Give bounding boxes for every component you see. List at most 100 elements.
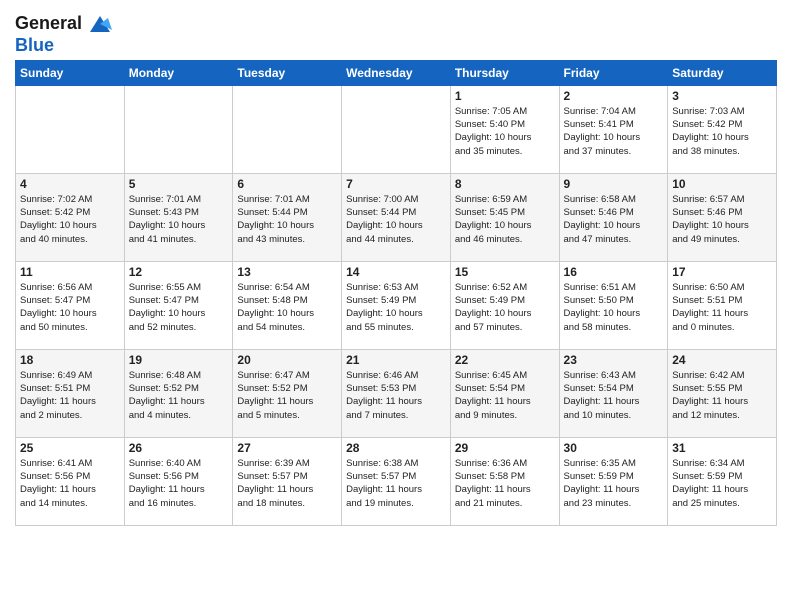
calendar-cell: 10 Sunrise: 6:57 AM Sunset: 5:46 PM Dayli…	[668, 173, 777, 261]
calendar-cell: 20 Sunrise: 6:47 AM Sunset: 5:52 PM Dayli…	[233, 349, 342, 437]
day-number: 10	[672, 177, 772, 191]
calendar-cell: 24 Sunrise: 6:42 AM Sunset: 5:55 PM Dayli…	[668, 349, 777, 437]
calendar-cell: 28 Sunrise: 6:38 AM Sunset: 5:57 PM Dayli…	[342, 437, 451, 525]
day-number: 8	[455, 177, 555, 191]
calendar-cell: 31 Sunrise: 6:34 AM Sunset: 5:59 PM Dayli…	[668, 437, 777, 525]
day-info: Sunrise: 6:55 AM Sunset: 5:47 PM Dayligh…	[129, 281, 229, 334]
header-day-sunday: Sunday	[16, 60, 125, 85]
day-info: Sunrise: 7:03 AM Sunset: 5:42 PM Dayligh…	[672, 105, 772, 158]
calendar-cell	[342, 85, 451, 173]
calendar-cell	[124, 85, 233, 173]
day-info: Sunrise: 7:01 AM Sunset: 5:43 PM Dayligh…	[129, 193, 229, 246]
day-info: Sunrise: 7:05 AM Sunset: 5:40 PM Dayligh…	[455, 105, 555, 158]
calendar-cell: 8 Sunrise: 6:59 AM Sunset: 5:45 PM Daylig…	[450, 173, 559, 261]
calendar-cell: 30Sunrise: 6:35 AM Sunset: 5:59 PM Dayli…	[559, 437, 668, 525]
day-number: 3	[672, 89, 772, 103]
calendar-cell: 16 Sunrise: 6:51 AM Sunset: 5:50 PM Dayli…	[559, 261, 668, 349]
week-row-5: 25Sunrise: 6:41 AM Sunset: 5:56 PM Dayli…	[16, 437, 777, 525]
day-number: 4	[20, 177, 120, 191]
day-info: Sunrise: 6:51 AM Sunset: 5:50 PM Dayligh…	[564, 281, 664, 334]
calendar-header: SundayMondayTuesdayWednesdayThursdayFrid…	[16, 60, 777, 85]
calendar-cell: 12 Sunrise: 6:55 AM Sunset: 5:47 PM Dayli…	[124, 261, 233, 349]
day-number: 13	[237, 265, 337, 279]
header-day-monday: Monday	[124, 60, 233, 85]
day-info: Sunrise: 6:35 AM Sunset: 5:59 PM Dayligh…	[564, 457, 664, 510]
calendar-cell: 21 Sunrise: 6:46 AM Sunset: 5:53 PM Dayli…	[342, 349, 451, 437]
day-info: Sunrise: 6:50 AM Sunset: 5:51 PM Dayligh…	[672, 281, 772, 334]
day-info: Sunrise: 6:47 AM Sunset: 5:52 PM Dayligh…	[237, 369, 337, 422]
day-number: 9	[564, 177, 664, 191]
day-number: 22	[455, 353, 555, 367]
logo-general: General	[15, 13, 82, 33]
day-info: Sunrise: 7:02 AM Sunset: 5:42 PM Dayligh…	[20, 193, 120, 246]
calendar-cell: 9 Sunrise: 6:58 AM Sunset: 5:46 PM Daylig…	[559, 173, 668, 261]
day-info: Sunrise: 6:34 AM Sunset: 5:59 PM Dayligh…	[672, 457, 772, 510]
day-info: Sunrise: 7:04 AM Sunset: 5:41 PM Dayligh…	[564, 105, 664, 158]
day-number: 19	[129, 353, 229, 367]
day-info: Sunrise: 6:45 AM Sunset: 5:54 PM Dayligh…	[455, 369, 555, 422]
calendar-cell: 23 Sunrise: 6:43 AM Sunset: 5:54 PM Dayli…	[559, 349, 668, 437]
day-number: 5	[129, 177, 229, 191]
day-number: 12	[129, 265, 229, 279]
calendar-cell: 6 Sunrise: 7:01 AM Sunset: 5:44 PM Daylig…	[233, 173, 342, 261]
day-number: 6	[237, 177, 337, 191]
day-info: Sunrise: 7:01 AM Sunset: 5:44 PM Dayligh…	[237, 193, 337, 246]
calendar-cell: 14 Sunrise: 6:53 AM Sunset: 5:49 PM Dayli…	[342, 261, 451, 349]
week-row-4: 18Sunrise: 6:49 AM Sunset: 5:51 PM Dayli…	[16, 349, 777, 437]
calendar-cell: 4 Sunrise: 7:02 AM Sunset: 5:42 PM Daylig…	[16, 173, 125, 261]
calendar-cell: 1 Sunrise: 7:05 AM Sunset: 5:40 PM Daylig…	[450, 85, 559, 173]
day-info: Sunrise: 6:58 AM Sunset: 5:46 PM Dayligh…	[564, 193, 664, 246]
calendar-cell: 3 Sunrise: 7:03 AM Sunset: 5:42 PM Daylig…	[668, 85, 777, 173]
day-number: 18	[20, 353, 120, 367]
day-info: Sunrise: 6:40 AM Sunset: 5:56 PM Dayligh…	[129, 457, 229, 510]
calendar-cell	[233, 85, 342, 173]
calendar-cell: 26 Sunrise: 6:40 AM Sunset: 5:56 PM Dayli…	[124, 437, 233, 525]
day-info: Sunrise: 6:36 AM Sunset: 5:58 PM Dayligh…	[455, 457, 555, 510]
calendar-cell: 22 Sunrise: 6:45 AM Sunset: 5:54 PM Dayli…	[450, 349, 559, 437]
calendar-cell	[16, 85, 125, 173]
day-info: Sunrise: 7:00 AM Sunset: 5:44 PM Dayligh…	[346, 193, 446, 246]
day-number: 17	[672, 265, 772, 279]
day-number: 14	[346, 265, 446, 279]
day-number: 1	[455, 89, 555, 103]
day-number: 21	[346, 353, 446, 367]
calendar-cell: 25Sunrise: 6:41 AM Sunset: 5:56 PM Dayli…	[16, 437, 125, 525]
calendar-body: 1 Sunrise: 7:05 AM Sunset: 5:40 PM Daylig…	[16, 85, 777, 525]
day-number: 26	[129, 441, 229, 455]
week-row-2: 4 Sunrise: 7:02 AM Sunset: 5:42 PM Daylig…	[16, 173, 777, 261]
day-number: 24	[672, 353, 772, 367]
week-row-3: 11 Sunrise: 6:56 AM Sunset: 5:47 PM Dayli…	[16, 261, 777, 349]
day-info: Sunrise: 6:39 AM Sunset: 5:57 PM Dayligh…	[237, 457, 337, 510]
day-info: Sunrise: 6:53 AM Sunset: 5:49 PM Dayligh…	[346, 281, 446, 334]
logo-text: General	[15, 14, 82, 34]
header-day-saturday: Saturday	[668, 60, 777, 85]
logo-blue: Blue	[15, 35, 54, 55]
calendar-cell: 17 Sunrise: 6:50 AM Sunset: 5:51 PM Dayli…	[668, 261, 777, 349]
day-number: 23	[564, 353, 664, 367]
day-info: Sunrise: 6:59 AM Sunset: 5:45 PM Dayligh…	[455, 193, 555, 246]
day-info: Sunrise: 6:54 AM Sunset: 5:48 PM Dayligh…	[237, 281, 337, 334]
day-info: Sunrise: 6:46 AM Sunset: 5:53 PM Dayligh…	[346, 369, 446, 422]
day-number: 15	[455, 265, 555, 279]
day-info: Sunrise: 6:57 AM Sunset: 5:46 PM Dayligh…	[672, 193, 772, 246]
day-number: 16	[564, 265, 664, 279]
header-day-friday: Friday	[559, 60, 668, 85]
calendar-cell: 15 Sunrise: 6:52 AM Sunset: 5:49 PM Dayli…	[450, 261, 559, 349]
day-info: Sunrise: 6:52 AM Sunset: 5:49 PM Dayligh…	[455, 281, 555, 334]
day-number: 7	[346, 177, 446, 191]
day-info: Sunrise: 6:56 AM Sunset: 5:47 PM Dayligh…	[20, 281, 120, 334]
day-number: 28	[346, 441, 446, 455]
day-info: Sunrise: 6:38 AM Sunset: 5:57 PM Dayligh…	[346, 457, 446, 510]
day-info: Sunrise: 6:48 AM Sunset: 5:52 PM Dayligh…	[129, 369, 229, 422]
calendar-cell: 19 Sunrise: 6:48 AM Sunset: 5:52 PM Dayli…	[124, 349, 233, 437]
day-info: Sunrise: 6:43 AM Sunset: 5:54 PM Dayligh…	[564, 369, 664, 422]
day-number: 27	[237, 441, 337, 455]
day-number: 31	[672, 441, 772, 455]
day-number: 11	[20, 265, 120, 279]
calendar-cell: 5 Sunrise: 7:01 AM Sunset: 5:43 PM Daylig…	[124, 173, 233, 261]
calendar-cell: 11 Sunrise: 6:56 AM Sunset: 5:47 PM Dayli…	[16, 261, 125, 349]
day-number: 20	[237, 353, 337, 367]
day-info: Sunrise: 6:42 AM Sunset: 5:55 PM Dayligh…	[672, 369, 772, 422]
day-number: 2	[564, 89, 664, 103]
calendar-cell: 18Sunrise: 6:49 AM Sunset: 5:51 PM Dayli…	[16, 349, 125, 437]
